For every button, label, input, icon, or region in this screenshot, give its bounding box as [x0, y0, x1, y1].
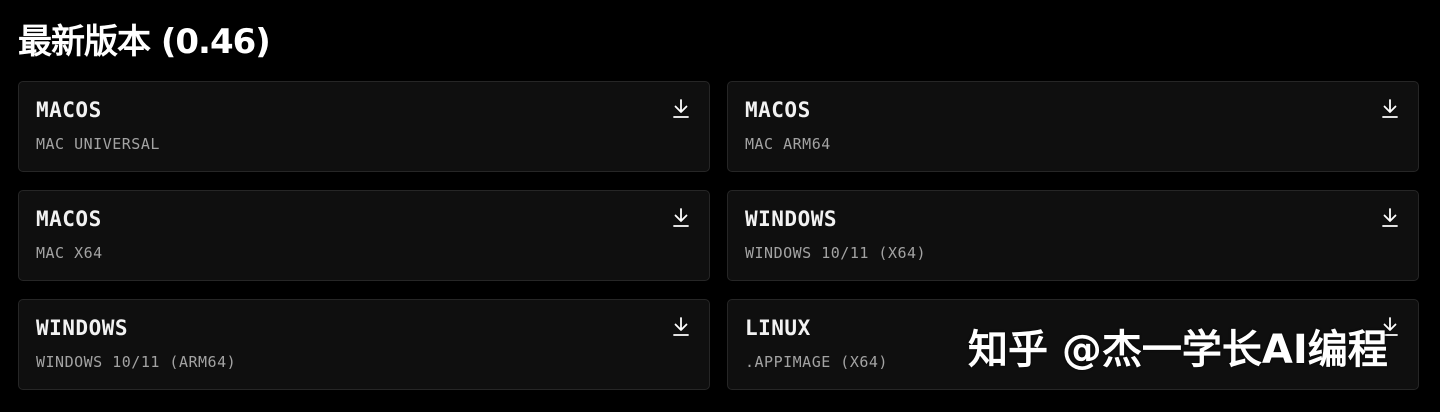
- card-variant-label: MAC ARM64: [745, 135, 831, 153]
- card-variant-label: MAC X64: [36, 244, 103, 262]
- card-os-label: MACOS: [36, 207, 102, 231]
- watermark: 知乎 @杰一学长AI编程: [968, 327, 1388, 373]
- page-title: 最新版本 (0.46): [18, 22, 271, 62]
- card-os-label: MACOS: [36, 98, 102, 122]
- card-os-label: LINUX: [745, 316, 811, 340]
- download-icon[interactable]: [672, 99, 690, 119]
- download-card-windows-arm64[interactable]: WINDOWS WINDOWS 10/11 (ARM64): [18, 299, 710, 390]
- download-icon[interactable]: [1381, 99, 1399, 119]
- card-variant-label: WINDOWS 10/11 (ARM64): [36, 353, 237, 371]
- card-os-label: WINDOWS: [745, 207, 838, 231]
- card-variant-label: .APPIMAGE (X64): [745, 353, 888, 371]
- download-icon[interactable]: [1381, 208, 1399, 228]
- card-os-label: WINDOWS: [36, 316, 129, 340]
- download-card-macos-x64[interactable]: MACOS MAC X64: [18, 190, 710, 281]
- download-card-macos-arm64[interactable]: MACOS MAC ARM64: [727, 81, 1419, 172]
- card-variant-label: WINDOWS 10/11 (X64): [745, 244, 927, 262]
- card-os-label: MACOS: [745, 98, 811, 122]
- card-variant-label: MAC UNIVERSAL: [36, 135, 160, 153]
- download-card-windows-x64[interactable]: WINDOWS WINDOWS 10/11 (X64): [727, 190, 1419, 281]
- download-icon[interactable]: [672, 317, 690, 337]
- download-card-macos-universal[interactable]: MACOS MAC UNIVERSAL: [18, 81, 710, 172]
- download-icon[interactable]: [672, 208, 690, 228]
